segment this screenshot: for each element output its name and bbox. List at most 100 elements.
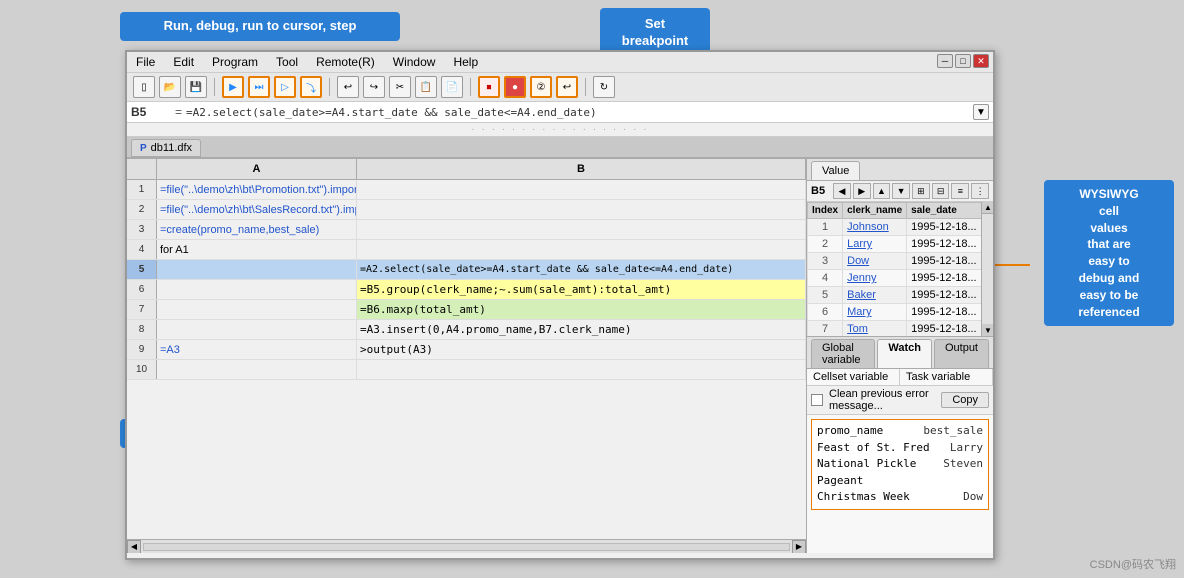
cell-4b[interactable]: [357, 240, 806, 259]
cell-clerk[interactable]: Johnson: [843, 219, 907, 236]
menu-file[interactable]: File: [133, 54, 158, 70]
table-row[interactable]: 3 Dow 1995-12-18... 3767: [808, 253, 994, 270]
table-row[interactable]: 2 Larry 1995-12-18... 2767: [808, 236, 994, 253]
menu-edit[interactable]: Edit: [170, 54, 197, 70]
open-button[interactable]: 📂: [159, 76, 181, 98]
value-scrollbar[interactable]: ▲ ▼: [981, 202, 993, 336]
cell-8b[interactable]: =A3.insert(0,A4.promo_name,B7.clerk_name…: [357, 320, 806, 339]
drag-handle[interactable]: · · · · · · · · · · · · · · · · · ·: [127, 123, 993, 137]
scroll-track[interactable]: [143, 543, 790, 551]
cut-button[interactable]: ✂: [389, 76, 411, 98]
tab-watch[interactable]: Watch: [877, 339, 932, 368]
val-dn-btn[interactable]: ▼: [892, 183, 910, 199]
table-row[interactable]: 6 Mary 1995-12-18... 3720: [808, 304, 994, 321]
toolbar-sep-4: [585, 78, 586, 96]
row-num-5: 5: [127, 260, 157, 279]
val-b3-btn[interactable]: ≡: [951, 183, 969, 199]
cell-3b[interactable]: [357, 220, 806, 239]
cell-9b[interactable]: >output(A3): [357, 340, 806, 359]
cell-clerk[interactable]: Larry: [843, 236, 907, 253]
redo-button[interactable]: ↪: [363, 76, 385, 98]
cell-7b[interactable]: =B6.maxp(total_amt): [357, 300, 806, 319]
cell-1a[interactable]: =file("..\demo\zh\bt\Promotion.txt").imp…: [157, 180, 357, 199]
cell-5b[interactable]: =A2.select(sale_date>=A4.start_date && s…: [357, 260, 806, 279]
cell-2a[interactable]: =file("..\demo\zh\bt\SalesRecord.txt").i…: [157, 200, 357, 219]
paste-button[interactable]: 📄: [441, 76, 463, 98]
value-tab[interactable]: Value: [811, 161, 860, 180]
val-b4-btn[interactable]: ⋮: [971, 183, 989, 199]
extra-button[interactable]: ↻: [593, 76, 615, 98]
cell-7a[interactable]: [157, 300, 357, 319]
table-row[interactable]: 1 Johnson 1995-12-18... 2024: [808, 219, 994, 236]
cell-10a[interactable]: [157, 360, 357, 379]
step-button[interactable]: ⤵: [300, 76, 322, 98]
run-button[interactable]: ▶: [222, 76, 244, 98]
close-button[interactable]: ✕: [973, 54, 989, 68]
val-back-btn[interactable]: ◀: [833, 183, 851, 199]
row-num-10: 10: [127, 360, 157, 379]
menu-window[interactable]: Window: [390, 54, 439, 70]
clean-label: Clean previous error message...: [829, 388, 935, 412]
table-row[interactable]: 4 Jenny 1995-12-18... 882: [808, 270, 994, 287]
col-header-a[interactable]: A: [157, 159, 357, 179]
table-row[interactable]: 7 Tom 1995-12-18... 2673: [808, 321, 994, 337]
scroll-left-btn[interactable]: ◀: [127, 540, 141, 554]
val-fwd-btn[interactable]: ▶: [853, 183, 871, 199]
spreadsheet-pane: A B 1 =file("..\demo\zh\bt\Promotion.txt…: [127, 159, 807, 553]
save-button[interactable]: 💾: [185, 76, 207, 98]
b2-button[interactable]: ②: [530, 76, 552, 98]
scroll-right-btn[interactable]: ▶: [792, 540, 806, 554]
cell-5a[interactable]: [157, 260, 357, 279]
cell-6a[interactable]: [157, 280, 357, 299]
cell-10b[interactable]: [357, 360, 806, 379]
table-row[interactable]: 5 Baker 1995-12-18... 3028: [808, 287, 994, 304]
tab-output[interactable]: Output: [934, 339, 989, 368]
copy-button[interactable]: Copy: [941, 392, 989, 408]
undo-button[interactable]: ↩: [337, 76, 359, 98]
debug-button[interactable]: ⏭: [248, 76, 270, 98]
value-toolbar: B5 ◀ ▶ ▲ ▼ ⊞ ⊟ ≡ ⋮: [807, 181, 993, 202]
cell-clerk[interactable]: Jenny: [843, 270, 907, 287]
menu-help[interactable]: Help: [450, 54, 481, 70]
breakpoint-button[interactable]: ●: [504, 76, 526, 98]
new-button[interactable]: ▯: [133, 76, 155, 98]
menu-program[interactable]: Program: [209, 54, 261, 70]
menubar: File Edit Program Tool Remote(R) Window …: [127, 52, 993, 73]
clean-checkbox[interactable]: [811, 394, 823, 406]
menu-tool[interactable]: Tool: [273, 54, 301, 70]
scroll-down-btn[interactable]: ▼: [982, 324, 993, 336]
return-button[interactable]: ↩: [556, 76, 578, 98]
val-up-btn[interactable]: ▲: [873, 183, 891, 199]
value-cell-ref: B5: [811, 185, 831, 197]
cell-clerk[interactable]: Baker: [843, 287, 907, 304]
table-row: 7 =B6.maxp(total_amt): [127, 300, 806, 320]
run-cursor-button[interactable]: ▷: [274, 76, 296, 98]
cell-8a[interactable]: [157, 320, 357, 339]
formula-scroll-btn[interactable]: ▼: [973, 104, 989, 120]
cell-6b[interactable]: =B5.group(clerk_name;~.sum(sale_amt):tot…: [357, 280, 806, 299]
clean-row: Clean previous error message... Copy: [807, 386, 993, 415]
maximize-button[interactable]: □: [955, 54, 971, 68]
menu-remote[interactable]: Remote(R): [313, 54, 378, 70]
col-header-b[interactable]: B: [357, 159, 806, 179]
cell-1b[interactable]: [357, 180, 806, 199]
horizontal-scrollbar[interactable]: ◀ ▶: [127, 539, 806, 553]
val-b2-btn[interactable]: ⊟: [932, 183, 950, 199]
cellset-variable[interactable]: Cellset variable: [807, 369, 900, 385]
tab-global-variable[interactable]: Global variable: [811, 339, 875, 368]
task-variable[interactable]: Task variable: [900, 369, 993, 385]
scroll-up-btn[interactable]: ▲: [982, 202, 993, 214]
cell-2b[interactable]: [357, 200, 806, 219]
cell-9a[interactable]: =A3: [157, 340, 357, 359]
cell-clerk[interactable]: Dow: [843, 253, 907, 270]
p-icon: P: [140, 143, 147, 154]
minimize-button[interactable]: ─: [937, 54, 953, 68]
stop-button[interactable]: ⏹: [478, 76, 500, 98]
copy-toolbar-button[interactable]: 📋: [415, 76, 437, 98]
cell-clerk[interactable]: Tom: [843, 321, 907, 337]
cell-3a[interactable]: =create(promo_name,best_sale): [157, 220, 357, 239]
file-tab[interactable]: P db11.dfx: [131, 139, 201, 157]
cell-clerk[interactable]: Mary: [843, 304, 907, 321]
cell-4a[interactable]: for A1: [157, 240, 357, 259]
val-b1-btn[interactable]: ⊞: [912, 183, 930, 199]
